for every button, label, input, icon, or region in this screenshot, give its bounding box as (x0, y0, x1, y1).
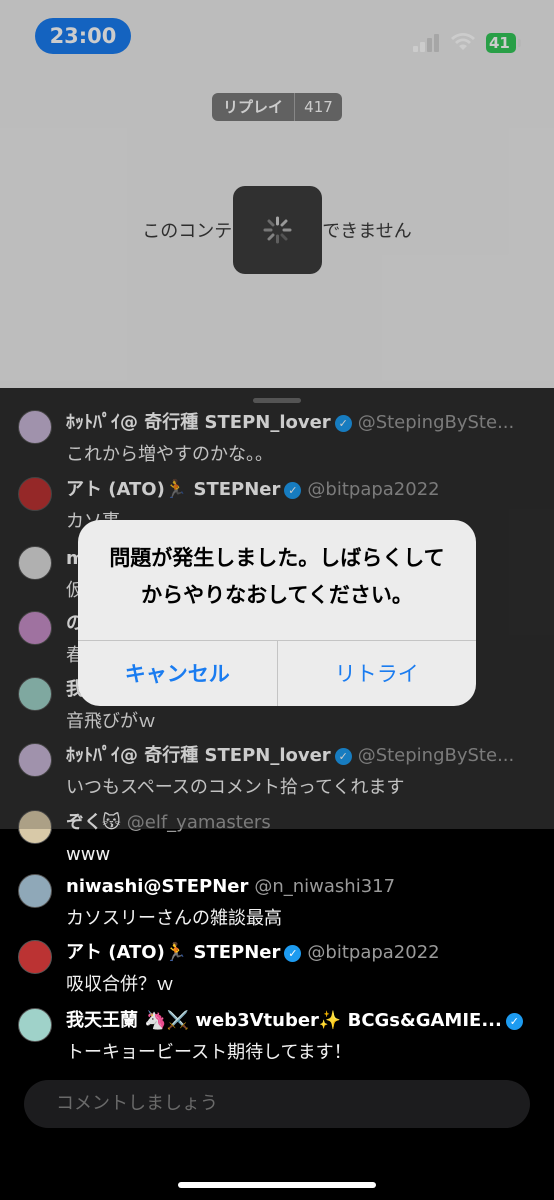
avatar[interactable] (18, 477, 52, 511)
verified-icon: ✓ (334, 747, 352, 765)
avatar[interactable] (18, 940, 52, 974)
comment-item[interactable]: ﾎｯﾄﾊﾟｲ@ 奇行種 STEPN_lover ✓ @StepingBySte...… (0, 410, 554, 470)
author-handle: @StepingBySte... (357, 412, 515, 433)
error-dialog: 問題が発生しました。しばらくしてからやりなおしてください。 キャンセル リトライ (78, 520, 476, 706)
comment-text: 吸収合併？ｗ (66, 974, 174, 995)
spinner-icon (263, 216, 292, 244)
author-name[interactable]: アト (ATO)🏃 STEPNer (66, 479, 280, 500)
time-indicator: 23:00 (35, 18, 131, 54)
avatar[interactable] (18, 810, 52, 844)
author-name[interactable]: 我天王蘭 🦄⚔️ web3Vtuber✨ BCGs&GAMIE... (66, 1010, 502, 1031)
comment-text: いつもスペースのコメント拾ってくれます (66, 777, 405, 798)
avatar[interactable] (18, 1008, 52, 1042)
avatar[interactable] (18, 874, 52, 908)
author-name[interactable]: niwashi@STEPNer (66, 876, 248, 897)
comment-author: niwashi@STEPNer @n_niwashi317 (66, 874, 536, 900)
replay-label: リプレイ (212, 93, 295, 121)
comment-text: 音飛びがｗ (66, 711, 156, 732)
verified-icon: ✓ (334, 414, 352, 432)
author-name[interactable]: ﾎｯﾄﾊﾟｲ@ 奇行種 STEPN_lover (66, 412, 331, 433)
comment-item[interactable]: niwashi@STEPNer @n_niwashi317 カソスリーさんの雑談最高 (0, 874, 554, 934)
author-name[interactable]: アト (ATO)🏃 STEPNer (66, 942, 280, 963)
wifi-icon (451, 33, 475, 50)
avatar[interactable] (18, 546, 52, 580)
avatar[interactable] (18, 743, 52, 777)
comment-item[interactable]: ぞく😽 @elf_yamasterswww (0, 810, 554, 870)
video-area: 23:00 41 リプレイ 417 このコンテンツは利用できません (0, 0, 554, 388)
author-handle: @n_niwashi317 (254, 876, 396, 897)
comment-item[interactable]: 我天王蘭 🦄⚔️ web3Vtuber✨ BCGs&GAMIE... ✓ トーキョー… (0, 1008, 554, 1068)
battery-tip (518, 39, 521, 47)
comment-item[interactable]: ﾎｯﾄﾊﾟｲ@ 奇行種 STEPN_lover ✓ @StepingBySte...… (0, 743, 554, 803)
battery-icon: 41 (486, 33, 516, 53)
comment-text: これから増やすのかな。。 (66, 444, 273, 465)
comment-author: アト (ATO)🏃 STEPNer ✓ @bitpapa2022 (66, 477, 536, 503)
avatar[interactable] (18, 410, 52, 444)
comment-author: ぞく😽 @elf_yamasters (66, 810, 536, 836)
replay-count: 417 (304, 98, 333, 116)
avatar[interactable] (18, 677, 52, 711)
verified-icon: ✓ (284, 944, 302, 962)
home-indicator[interactable] (178, 1182, 376, 1188)
comment-author: ﾎｯﾄﾊﾟｲ@ 奇行種 STEPN_lover ✓ @StepingBySte... (66, 410, 536, 436)
comment-text: トーキョービースト期待してます！ (66, 1042, 352, 1063)
comment-author: ﾎｯﾄﾊﾟｲ@ 奇行種 STEPN_lover ✓ @StepingBySte... (66, 743, 536, 769)
signal-icon (413, 34, 441, 52)
avatar[interactable] (18, 611, 52, 645)
author-handle: @elf_yamasters (126, 812, 271, 833)
author-name[interactable]: ぞく😽 (66, 812, 121, 833)
author-handle: @StepingBySte... (357, 745, 515, 766)
dialog-buttons: キャンセル リトライ (78, 640, 476, 706)
comment-text: カソスリーさんの雑談最高 (66, 908, 282, 929)
comment-author: 我天王蘭 🦄⚔️ web3Vtuber✨ BCGs&GAMIE... ✓ (66, 1008, 536, 1034)
drag-handle[interactable] (253, 398, 301, 403)
author-name[interactable]: ﾎｯﾄﾊﾟｲ@ 奇行種 STEPN_lover (66, 745, 331, 766)
author-handle: @bitpapa2022 (307, 479, 440, 500)
verified-icon: ✓ (505, 1012, 523, 1030)
dialog-message: 問題が発生しました。しばらくしてからやりなおしてください。 (109, 546, 445, 607)
status-bar: 23:00 41 (0, 0, 554, 80)
comment-text: www (66, 844, 111, 865)
author-handle: @bitpapa2022 (307, 942, 440, 963)
retry-button[interactable]: リトライ (278, 641, 477, 706)
cancel-button[interactable]: キャンセル (78, 641, 278, 706)
replay-badge: リプレイ 417 (212, 93, 342, 121)
comment-item[interactable]: アト (ATO)🏃 STEPNer ✓ @bitpapa2022 吸収合併？ｗ (0, 940, 554, 1000)
comment-author: アト (ATO)🏃 STEPNer ✓ @bitpapa2022 (66, 940, 536, 966)
loading-spinner (233, 186, 322, 274)
verified-icon: ✓ (284, 481, 302, 499)
comment-input[interactable]: コメントしましょう (24, 1080, 530, 1128)
